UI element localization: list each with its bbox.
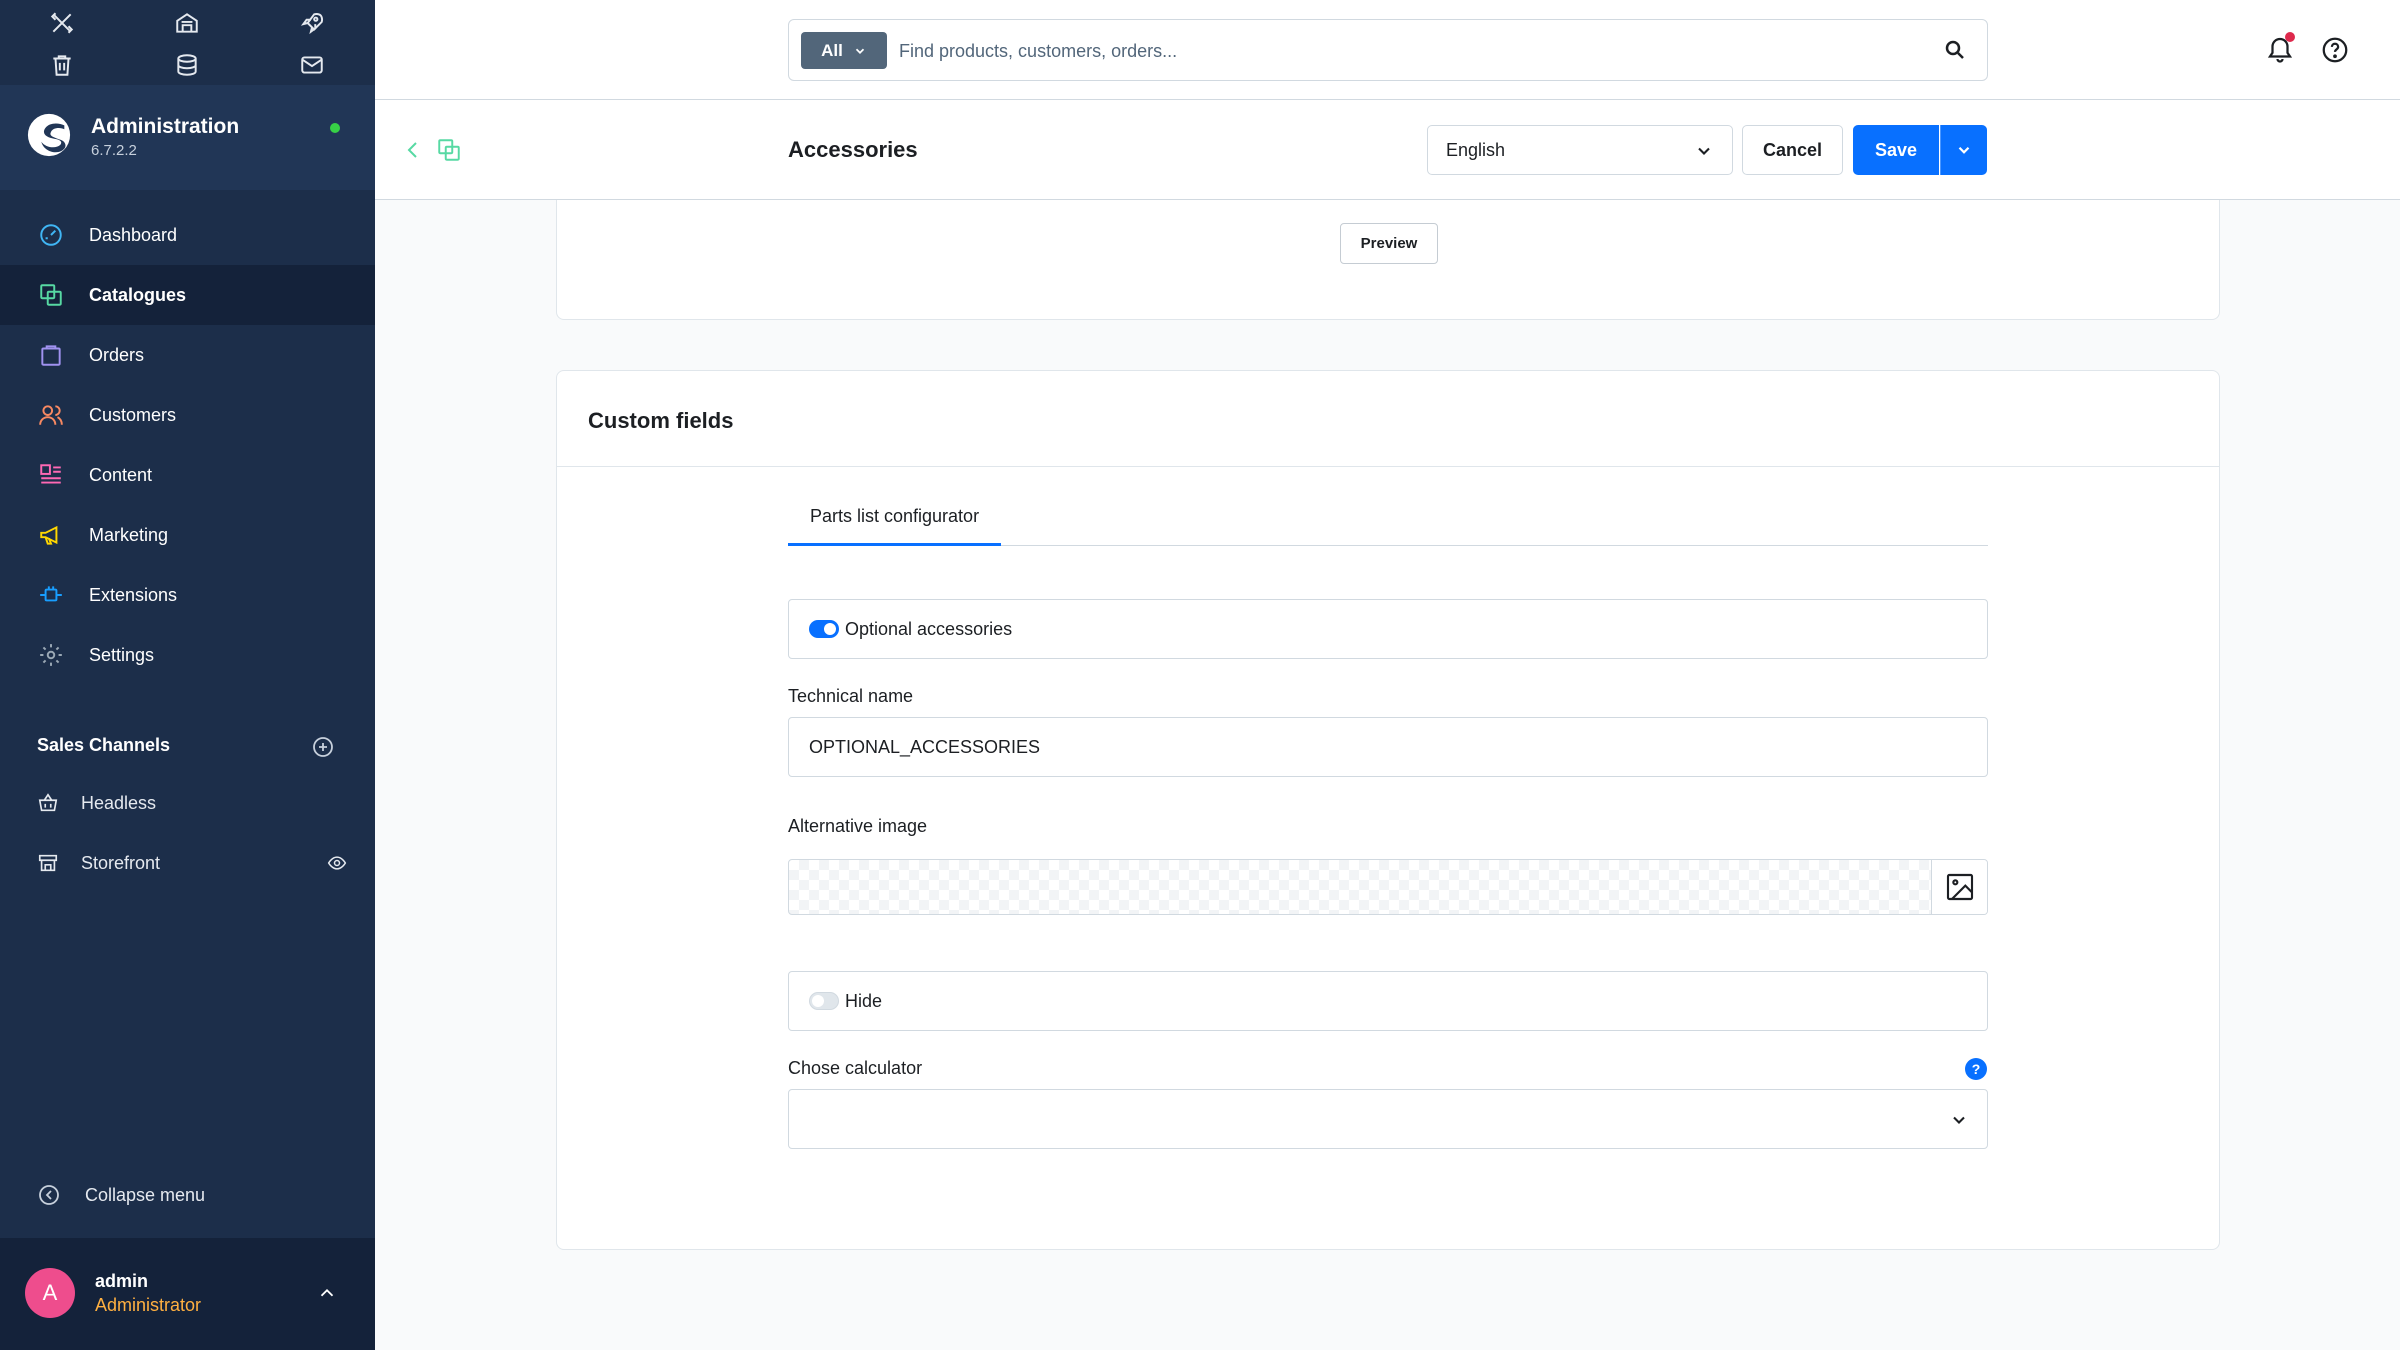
gauge-icon — [37, 221, 65, 249]
nav-item-label: Marketing — [89, 524, 169, 545]
nav-item-catalogues[interactable]: Catalogues — [0, 265, 375, 325]
user-menu[interactable]: A admin Administrator — [0, 1238, 375, 1350]
nav-item-label: Settings — [89, 644, 155, 665]
catalogue-icon — [37, 281, 65, 309]
language-select[interactable]: English — [1427, 125, 1733, 175]
nav-item-content[interactable]: Content — [0, 445, 375, 505]
language-value: English — [1446, 139, 1506, 160]
avatar: A — [25, 1268, 75, 1318]
nav-item-label: Dashboard — [89, 224, 178, 245]
rocket-icon[interactable] — [297, 8, 327, 38]
sales-channels-title: Sales Channels — [37, 735, 171, 755]
plug-icon — [37, 581, 65, 609]
user-name: admin — [95, 1271, 149, 1291]
cancel-button[interactable]: Cancel — [1742, 125, 1843, 175]
chevron-down-icon — [1958, 146, 1970, 154]
database-icon[interactable] — [172, 50, 202, 80]
nav-item-orders[interactable]: Orders — [0, 325, 375, 385]
shopware-logo-icon — [27, 113, 71, 157]
nav-item-dashboard[interactable]: Dashboard — [0, 205, 375, 265]
add-sales-channel-icon[interactable] — [311, 735, 335, 759]
sales-channel-headless[interactable]: Headless — [37, 788, 347, 818]
sidebar: Administration 6.7.2.2 Dashboard Catalog… — [0, 0, 375, 1350]
chevron-left-circle-icon — [39, 1185, 59, 1205]
alternative-image-label: Alternative image — [788, 816, 928, 836]
chevron-down-icon — [855, 48, 864, 54]
collapse-menu-button[interactable]: Collapse menu — [37, 1183, 205, 1207]
custom-field-tabs: Parts list configurator — [788, 506, 1988, 546]
sales-channel-label: Headless — [81, 792, 157, 813]
search-icon[interactable] — [1943, 38, 1967, 62]
content-icon — [37, 461, 65, 489]
optional-accessories-field[interactable]: Optional accessories — [788, 599, 1988, 659]
calculator-select[interactable] — [788, 1089, 1988, 1149]
storefront-icon — [38, 854, 58, 872]
quick-actions — [0, 0, 375, 85]
back-arrow-icon[interactable] — [401, 137, 425, 163]
tools-icon[interactable] — [47, 8, 77, 38]
brand-version: 6.7.2.2 — [91, 142, 137, 159]
preview-button[interactable]: Preview — [1340, 223, 1438, 264]
technical-name-label: Technical name — [788, 686, 914, 706]
chevron-down-icon — [1953, 1116, 1965, 1124]
nav-item-settings[interactable]: Settings — [0, 625, 375, 685]
status-indicator — [330, 123, 340, 133]
brand-header: Administration 6.7.2.2 — [0, 85, 375, 190]
nav-item-marketing[interactable]: Marketing — [0, 505, 375, 565]
basket-icon — [38, 793, 58, 812]
page-title: Accessories — [788, 137, 918, 162]
help-tooltip-icon[interactable]: ? — [1965, 1058, 1987, 1080]
image-icon — [1946, 873, 1973, 901]
top-bar: All — [375, 0, 2400, 100]
sales-channel-label: Storefront — [81, 852, 161, 873]
nav-item-customers[interactable]: Customers — [0, 385, 375, 445]
image-picker-button[interactable] — [1931, 860, 1987, 914]
search-type-select[interactable]: All — [801, 32, 887, 69]
brand-title: Administration — [91, 115, 240, 138]
alternative-image-field[interactable] — [788, 859, 1988, 915]
nav-item-label: Orders — [89, 344, 145, 365]
search-input[interactable] — [899, 34, 1899, 68]
smart-bar: Accessories English Cancel Save — [375, 100, 2400, 200]
nav-item-label: Extensions — [89, 584, 178, 605]
user-role: Administrator — [95, 1295, 202, 1315]
megaphone-icon — [37, 521, 65, 549]
collapse-menu-label: Collapse menu — [85, 1184, 206, 1205]
chevron-up-icon[interactable] — [316, 1282, 338, 1304]
preview-card: Preview — [556, 200, 2220, 320]
notification-badge — [2285, 32, 2295, 42]
users-icon — [37, 401, 65, 429]
main-nav: Dashboard Catalogues Orders Customers Co… — [0, 205, 375, 685]
custom-fields-card: Custom fields Parts list configurator Op… — [556, 370, 2220, 1250]
nav-item-label: Content — [89, 464, 153, 485]
optional-accessories-label: Optional accessories — [845, 618, 1013, 639]
sales-channel-storefront[interactable]: Storefront — [37, 848, 347, 878]
trash-icon[interactable] — [47, 50, 77, 80]
hide-toggle[interactable] — [809, 992, 839, 1010]
bag-icon — [37, 341, 65, 369]
envelope-icon[interactable] — [297, 50, 327, 80]
nav-item-label: Catalogues — [89, 284, 187, 305]
eye-icon[interactable] — [327, 853, 347, 873]
gear-icon — [37, 641, 65, 669]
help-icon[interactable] — [2320, 35, 2350, 65]
chevron-down-icon — [1698, 147, 1710, 155]
calculator-label: Chose calculator — [788, 1058, 923, 1078]
tab-parts-list-configurator[interactable]: Parts list configurator — [788, 506, 1002, 546]
hide-label: Hide — [845, 990, 883, 1011]
global-search: All — [788, 19, 1988, 81]
save-options-button[interactable] — [1940, 125, 1987, 175]
hide-field[interactable]: Hide — [788, 971, 1988, 1031]
nav-item-label: Customers — [89, 404, 177, 425]
card-title: Custom fields — [588, 408, 734, 433]
store-icon[interactable] — [172, 8, 202, 38]
copy-icon[interactable] — [436, 137, 462, 163]
technical-name-input[interactable] — [788, 717, 1988, 777]
card-header: Custom fields — [557, 371, 2219, 467]
search-type-label: All — [821, 40, 843, 60]
nav-item-extensions[interactable]: Extensions — [0, 565, 375, 625]
optional-accessories-toggle[interactable] — [809, 620, 839, 638]
save-button[interactable]: Save — [1853, 125, 1939, 175]
